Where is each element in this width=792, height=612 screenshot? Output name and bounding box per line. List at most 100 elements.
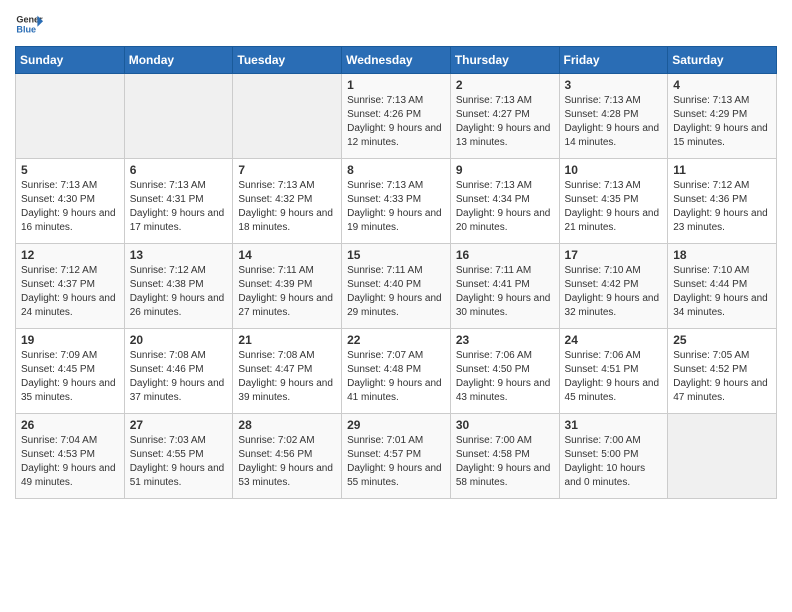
header-saturday: Saturday [668, 47, 777, 74]
day-number: 5 [21, 163, 119, 177]
day-number: 13 [130, 248, 228, 262]
day-info: Sunrise: 7:10 AMSunset: 4:44 PMDaylight:… [673, 264, 771, 320]
calendar-week-4: 19 Sunrise: 7:09 AMSunset: 4:45 PMDayligh… [16, 329, 777, 414]
day-number: 7 [238, 163, 336, 177]
calendar-cell: 24Sunrise: 7:06 AMSunset: 4:51 PMDayligh… [559, 329, 668, 414]
day-number: 4 [673, 78, 771, 92]
day-info: Sunrise: 7:13 AMSunset: 4:34 PMDaylight:… [456, 179, 554, 235]
day-info: Sunrise: 7:13 AMSunset: 4:33 PMDaylight:… [347, 179, 445, 235]
header-friday: Friday [559, 47, 668, 74]
day-info: Sunrise: 7:11 AMSunset: 4:40 PMDaylight:… [347, 264, 445, 320]
day-number: 28 [238, 418, 336, 432]
logo-icon: General Blue [15, 10, 43, 38]
calendar-cell: 8 Sunrise: 7:13 AMSunset: 4:33 PMDaylight… [342, 159, 451, 244]
calendar-cell: 22 Sunrise: 7:07 AMSunset: 4:48 PMDayligh… [342, 329, 451, 414]
calendar-cell: 26Sunrise: 7:04 AMSunset: 4:53 PMDayligh… [16, 414, 125, 499]
calendar-cell: 20Sunrise: 7:08 AMSunset: 4:46 PMDayligh… [124, 329, 233, 414]
calendar-cell: 2 Sunrise: 7:13 AMSunset: 4:27 PMDaylight… [450, 74, 559, 159]
day-info: Sunrise: 7:11 AMSunset: 4:41 PMDaylight:… [456, 264, 554, 320]
calendar-cell: 3 Sunrise: 7:13 AMSunset: 4:28 PMDaylight… [559, 74, 668, 159]
header-thursday: Thursday [450, 47, 559, 74]
day-number: 8 [347, 163, 445, 177]
day-info: Sunrise: 7:06 AMSunset: 4:50 PMDaylight:… [456, 349, 554, 405]
header-tuesday: Tuesday [233, 47, 342, 74]
day-info: Sunrise: 7:00 AMSunset: 4:58 PMDaylight:… [456, 434, 554, 490]
calendar-cell: 11 Sunrise: 7:12 AMSunset: 4:36 PMDayligh… [668, 159, 777, 244]
calendar-table: SundayMondayTuesdayWednesdayThursdayFrid… [15, 46, 777, 499]
day-number: 18 [673, 248, 771, 262]
calendar-cell: 6Sunrise: 7:13 AMSunset: 4:31 PMDaylight… [124, 159, 233, 244]
day-info: Sunrise: 7:13 AMSunset: 4:26 PMDaylight:… [347, 94, 445, 150]
day-number: 19 [21, 333, 119, 347]
calendar-cell: 31Sunrise: 7:00 AMSunset: 5:00 PMDayligh… [559, 414, 668, 499]
day-number: 12 [21, 248, 119, 262]
calendar-cell: 13 Sunrise: 7:12 AMSunset: 4:38 PMDayligh… [124, 244, 233, 329]
day-number: 10 [565, 163, 663, 177]
calendar-cell: 5 Sunrise: 7:13 AMSunset: 4:30 PMDaylight… [16, 159, 125, 244]
calendar-week-3: 12 Sunrise: 7:12 AMSunset: 4:37 PMDayligh… [16, 244, 777, 329]
day-info: Sunrise: 7:13 AMSunset: 4:30 PMDaylight:… [21, 179, 119, 235]
day-info: Sunrise: 7:09 AMSunset: 4:45 PMDaylight:… [21, 349, 119, 405]
day-info: Sunrise: 7:13 AMSunset: 4:35 PMDaylight:… [565, 179, 663, 235]
calendar-cell: 19 Sunrise: 7:09 AMSunset: 4:45 PMDayligh… [16, 329, 125, 414]
calendar-week-1: 1 Sunrise: 7:13 AMSunset: 4:26 PMDaylight… [16, 74, 777, 159]
header-wednesday: Wednesday [342, 47, 451, 74]
day-info: Sunrise: 7:03 AMSunset: 4:55 PMDaylight:… [130, 434, 228, 490]
calendar-cell [16, 74, 125, 159]
day-number: 3 [565, 78, 663, 92]
calendar-header-row: SundayMondayTuesdayWednesdayThursdayFrid… [16, 47, 777, 74]
day-info: Sunrise: 7:01 AMSunset: 4:57 PMDaylight:… [347, 434, 445, 490]
calendar-cell: 4 Sunrise: 7:13 AMSunset: 4:29 PMDaylight… [668, 74, 777, 159]
day-number: 23 [456, 333, 554, 347]
day-info: Sunrise: 7:07 AMSunset: 4:48 PMDaylight:… [347, 349, 445, 405]
day-info: Sunrise: 7:02 AMSunset: 4:56 PMDaylight:… [238, 434, 336, 490]
day-info: Sunrise: 7:08 AMSunset: 4:47 PMDaylight:… [238, 349, 336, 405]
day-info: Sunrise: 7:04 AMSunset: 4:53 PMDaylight:… [21, 434, 119, 490]
day-number: 31 [565, 418, 663, 432]
calendar-cell: 28 Sunrise: 7:02 AMSunset: 4:56 PMDayligh… [233, 414, 342, 499]
calendar-week-5: 26Sunrise: 7:04 AMSunset: 4:53 PMDayligh… [16, 414, 777, 499]
day-number: 1 [347, 78, 445, 92]
day-number: 25 [673, 333, 771, 347]
calendar-cell [233, 74, 342, 159]
calendar-cell: 21Sunrise: 7:08 AMSunset: 4:47 PMDayligh… [233, 329, 342, 414]
svg-text:Blue: Blue [16, 24, 36, 34]
header-sunday: Sunday [16, 47, 125, 74]
day-number: 9 [456, 163, 554, 177]
calendar-cell: 10 Sunrise: 7:13 AMSunset: 4:35 PMDayligh… [559, 159, 668, 244]
calendar-cell: 17 Sunrise: 7:10 AMSunset: 4:42 PMDayligh… [559, 244, 668, 329]
calendar-cell: 29 Sunrise: 7:01 AMSunset: 4:57 PMDayligh… [342, 414, 451, 499]
day-number: 22 [347, 333, 445, 347]
day-info: Sunrise: 7:13 AMSunset: 4:28 PMDaylight:… [565, 94, 663, 150]
day-number: 17 [565, 248, 663, 262]
calendar-cell: 16Sunrise: 7:11 AMSunset: 4:41 PMDayligh… [450, 244, 559, 329]
day-info: Sunrise: 7:13 AMSunset: 4:29 PMDaylight:… [673, 94, 771, 150]
logo: General Blue [15, 10, 43, 38]
day-info: Sunrise: 7:12 AMSunset: 4:36 PMDaylight:… [673, 179, 771, 235]
calendar-cell: 12 Sunrise: 7:12 AMSunset: 4:37 PMDayligh… [16, 244, 125, 329]
day-number: 14 [238, 248, 336, 262]
day-number: 20 [130, 333, 228, 347]
calendar-cell: 7 Sunrise: 7:13 AMSunset: 4:32 PMDaylight… [233, 159, 342, 244]
day-number: 2 [456, 78, 554, 92]
calendar-cell: 27Sunrise: 7:03 AMSunset: 4:55 PMDayligh… [124, 414, 233, 499]
day-info: Sunrise: 7:13 AMSunset: 4:27 PMDaylight:… [456, 94, 554, 150]
day-info: Sunrise: 7:10 AMSunset: 4:42 PMDaylight:… [565, 264, 663, 320]
day-info: Sunrise: 7:12 AMSunset: 4:37 PMDaylight:… [21, 264, 119, 320]
day-info: Sunrise: 7:13 AMSunset: 4:32 PMDaylight:… [238, 179, 336, 235]
day-info: Sunrise: 7:11 AMSunset: 4:39 PMDaylight:… [238, 264, 336, 320]
calendar-cell: 9 Sunrise: 7:13 AMSunset: 4:34 PMDaylight… [450, 159, 559, 244]
calendar-cell: 15Sunrise: 7:11 AMSunset: 4:40 PMDayligh… [342, 244, 451, 329]
day-number: 24 [565, 333, 663, 347]
day-number: 11 [673, 163, 771, 177]
calendar-cell: 1 Sunrise: 7:13 AMSunset: 4:26 PMDaylight… [342, 74, 451, 159]
calendar-cell: 25 Sunrise: 7:05 AMSunset: 4:52 PMDayligh… [668, 329, 777, 414]
day-info: Sunrise: 7:12 AMSunset: 4:38 PMDaylight:… [130, 264, 228, 320]
day-info: Sunrise: 7:05 AMSunset: 4:52 PMDaylight:… [673, 349, 771, 405]
calendar-cell [124, 74, 233, 159]
calendar-cell: 18 Sunrise: 7:10 AMSunset: 4:44 PMDayligh… [668, 244, 777, 329]
calendar-cell: 30Sunrise: 7:00 AMSunset: 4:58 PMDayligh… [450, 414, 559, 499]
calendar-cell: 14 Sunrise: 7:11 AMSunset: 4:39 PMDayligh… [233, 244, 342, 329]
page-header: General Blue [15, 10, 777, 38]
day-number: 29 [347, 418, 445, 432]
